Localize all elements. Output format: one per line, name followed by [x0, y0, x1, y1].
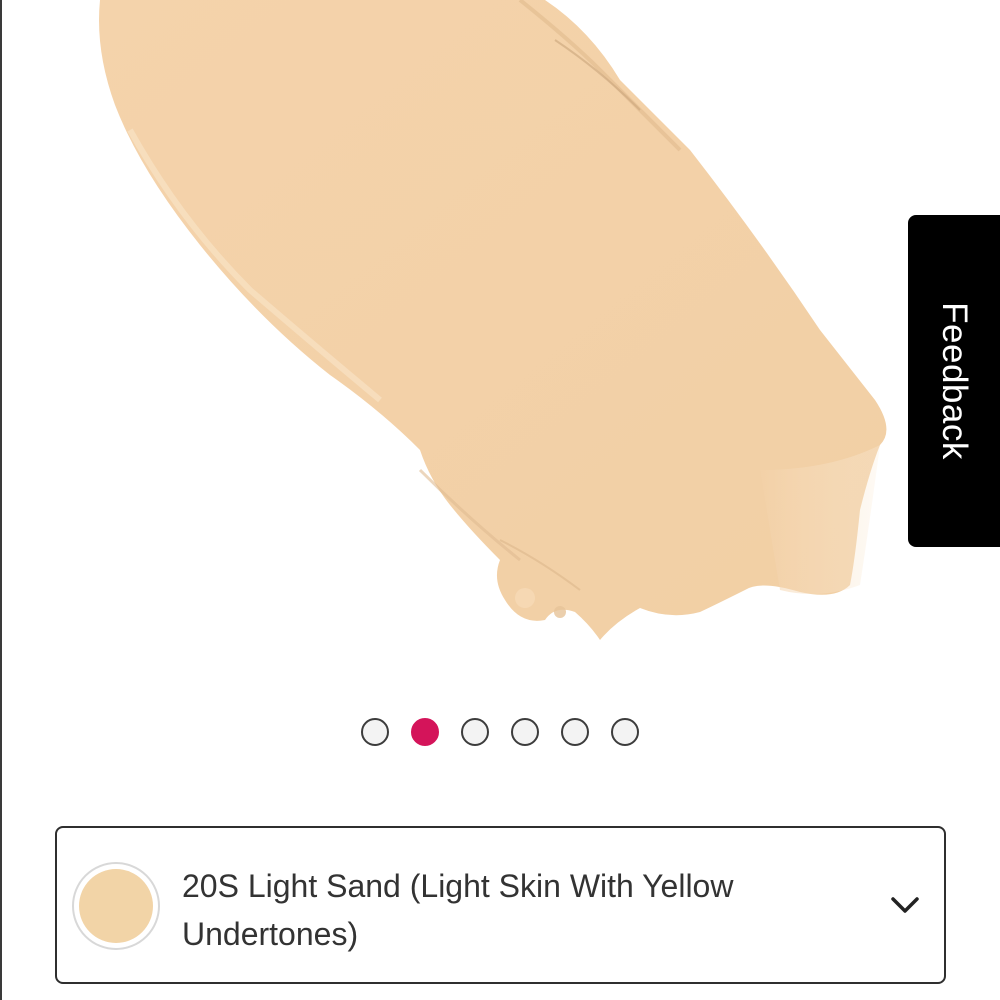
carousel-dot-active[interactable] — [411, 718, 439, 746]
feedback-label: Feedback — [935, 302, 974, 460]
carousel-dot[interactable] — [561, 718, 589, 746]
product-swatch-image — [0, 0, 1000, 680]
feedback-tab[interactable]: Feedback — [908, 215, 1000, 547]
shade-name-label: 20S Light Sand (Light Skin With Yellow U… — [182, 868, 734, 952]
carousel-dot[interactable] — [611, 718, 639, 746]
carousel-dot[interactable] — [461, 718, 489, 746]
product-page: Feedback 20S Light Sand (Light Skin With… — [0, 0, 1000, 1000]
shade-swatch — [72, 862, 160, 950]
carousel-pagination — [0, 715, 1000, 749]
shade-swatch-color — [79, 869, 153, 943]
chevron-down-icon[interactable] — [888, 888, 922, 922]
carousel-dot[interactable] — [361, 718, 389, 746]
shade-selector-dropdown[interactable]: 20S Light Sand (Light Skin With Yellow U… — [55, 826, 946, 984]
smear-shape — [99, 0, 887, 640]
carousel-dot[interactable] — [511, 718, 539, 746]
